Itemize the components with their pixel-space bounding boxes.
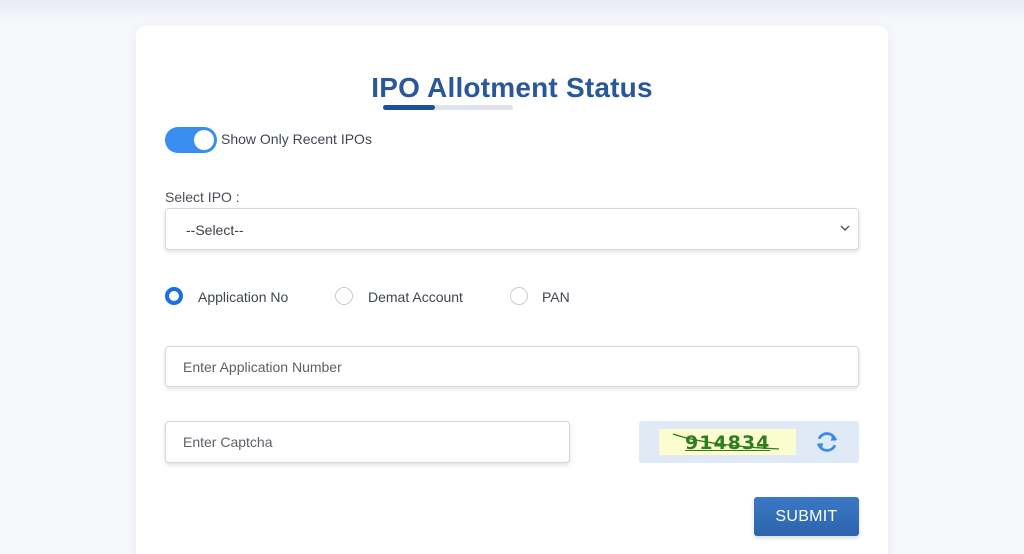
select-ipo-dropdown[interactable]: --Select-- (165, 208, 859, 250)
captcha-image: 914834 (659, 429, 796, 455)
submit-button[interactable]: SUBMIT (754, 497, 859, 536)
chevron-down-icon (840, 225, 850, 231)
recent-ipos-toggle[interactable] (165, 127, 217, 153)
captcha-input[interactable] (165, 421, 570, 463)
radio-pan-label[interactable]: PAN (542, 289, 570, 305)
radio-demat-account[interactable] (335, 287, 353, 305)
radio-application-no-label[interactable]: Application No (198, 289, 288, 305)
top-bar-shadow (0, 0, 1024, 22)
title-underline-accent (383, 105, 435, 110)
radio-pan[interactable] (510, 287, 528, 305)
radio-application-no[interactable] (165, 287, 183, 305)
toggle-knob (194, 130, 214, 150)
title-underline (383, 105, 513, 110)
recent-ipos-label: Show Only Recent IPOs (221, 131, 372, 147)
select-ipo-label: Select IPO : (165, 189, 240, 205)
select-ipo-value: --Select-- (186, 222, 244, 238)
refresh-icon[interactable] (814, 429, 840, 455)
radio-demat-account-label[interactable]: Demat Account (368, 289, 463, 305)
application-number-input[interactable] (165, 346, 859, 387)
captcha-noise-line (672, 433, 780, 450)
page-title: IPO Allotment Status (371, 72, 653, 103)
captcha-panel: 914834 (639, 421, 859, 463)
